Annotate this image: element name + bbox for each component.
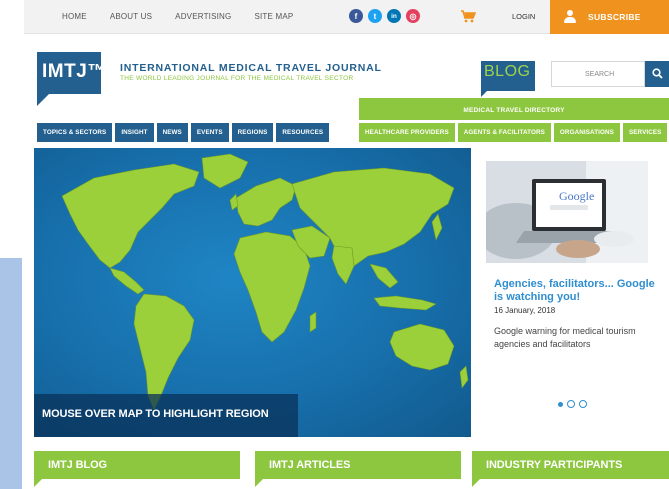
section-header-articles[interactable]: IMTJ ARTICLES (255, 451, 461, 479)
logo-text: IMTJ™ (37, 52, 106, 94)
section-header-blog[interactable]: IMTJ BLOG (34, 451, 240, 479)
nav-regions[interactable]: REGIONS (231, 123, 274, 142)
section-header-tail (255, 479, 263, 487)
article-title[interactable]: Agencies, facilitators... Google is watc… (494, 278, 666, 304)
social-links: f t in ◎ (349, 9, 420, 23)
article-image[interactable]: Google (486, 161, 648, 263)
carousel-dots (558, 400, 587, 408)
region-south-america (133, 293, 195, 411)
site-subtitle: THE WORLD LEADING JOURNAL FOR THE MEDICA… (120, 75, 354, 82)
top-nav: HOME ABOUT US ADVERTISING SITE MAP (62, 12, 316, 21)
topnav-sitemap[interactable]: SITE MAP (254, 12, 293, 21)
region-india (331, 245, 355, 285)
map-caption: MOUSE OVER MAP TO HIGHLIGHT REGION (34, 394, 298, 437)
directory-nav: HEALTHCARE PROVIDERS AGENTS & FACILITATO… (359, 123, 668, 142)
section-header-participants[interactable]: INDUSTRY PARTICIPANTS (472, 451, 669, 479)
region-indonesia (373, 295, 437, 311)
search-icon (652, 68, 663, 79)
region-europe (235, 177, 297, 227)
region-north-america (61, 163, 200, 269)
carousel-dot[interactable] (558, 401, 563, 407)
nav-insight[interactable]: INSIGHT (115, 123, 154, 142)
region-uk (229, 193, 239, 211)
google-logo: Google (559, 189, 595, 203)
featured-article: Google Agencies, facilitators... Google … (476, 148, 669, 437)
topnav-home[interactable]: HOME (62, 12, 87, 21)
cart-icon[interactable] (460, 9, 477, 23)
section-header-tail (472, 479, 480, 487)
left-decoration (0, 258, 22, 489)
logo-tail (37, 94, 49, 106)
site-title: INTERNATIONAL MEDICAL TRAVEL JOURNAL (120, 62, 382, 74)
region-madagascar (309, 311, 317, 333)
section-header-tail (34, 479, 42, 487)
region-australia (389, 323, 455, 371)
region-southeast-asia (369, 263, 399, 289)
nav-events[interactable]: EVENTS (190, 123, 229, 142)
world-map[interactable]: MOUSE OVER MAP TO HIGHLIGHT REGION (34, 148, 471, 437)
carousel-dot[interactable] (579, 400, 587, 408)
user-icon (564, 10, 576, 24)
region-central-america (109, 267, 145, 295)
twitter-icon[interactable]: t (368, 9, 382, 23)
linkedin-icon[interactable]: in (387, 9, 401, 23)
topnav-advertising[interactable]: ADVERTISING (175, 12, 231, 21)
article-date: 16 January, 2018 (494, 306, 556, 315)
page: HOME ABOUT US ADVERTISING SITE MAP f t i… (24, 0, 669, 489)
top-bar: HOME ABOUT US ADVERTISING SITE MAP f t i… (24, 0, 669, 34)
main-nav: TOPICS & SECTORS INSIGHT NEWS EVENTS REG… (37, 123, 330, 142)
subscribe-label: SUBSCRIBE (588, 12, 641, 22)
nav-news[interactable]: NEWS (156, 123, 188, 142)
region-africa (233, 231, 311, 343)
blog-badge[interactable]: BLOG (481, 61, 535, 91)
nav-healthcare-providers[interactable]: HEALTHCARE PROVIDERS (359, 123, 455, 142)
instagram-icon[interactable]: ◎ (406, 9, 420, 23)
nav-agents-facilitators[interactable]: AGENTS & FACILITATORS (457, 123, 551, 142)
region-new-zealand (459, 365, 469, 389)
topnav-about[interactable]: ABOUT US (110, 12, 152, 21)
nav-services[interactable]: SERVICES (622, 123, 668, 142)
carousel-dot[interactable] (567, 400, 575, 408)
region-greenland (201, 153, 249, 189)
nav-organisations[interactable]: ORGANISATIONS (553, 123, 620, 142)
region-japan (431, 213, 443, 241)
subscribe-button[interactable]: SUBSCRIBE (550, 0, 669, 34)
search-input[interactable]: SEARCH (551, 61, 645, 87)
imtj-logo[interactable]: IMTJ™ (37, 52, 109, 106)
directory-header: MEDICAL TRAVEL DIRECTORY (359, 98, 669, 120)
search-button[interactable] (645, 61, 669, 87)
nav-resources[interactable]: RESOURCES (276, 123, 330, 142)
login-link[interactable]: LOGIN (512, 12, 535, 21)
facebook-icon[interactable]: f (349, 9, 363, 23)
article-description: Google warning for medical tourism agenc… (494, 326, 636, 349)
site-tagline: INTERNATIONAL MEDICAL TRAVEL JOURNAL THE… (120, 62, 382, 82)
blog-badge-tail (481, 91, 487, 97)
nav-topics[interactable]: TOPICS & SECTORS (37, 123, 113, 142)
